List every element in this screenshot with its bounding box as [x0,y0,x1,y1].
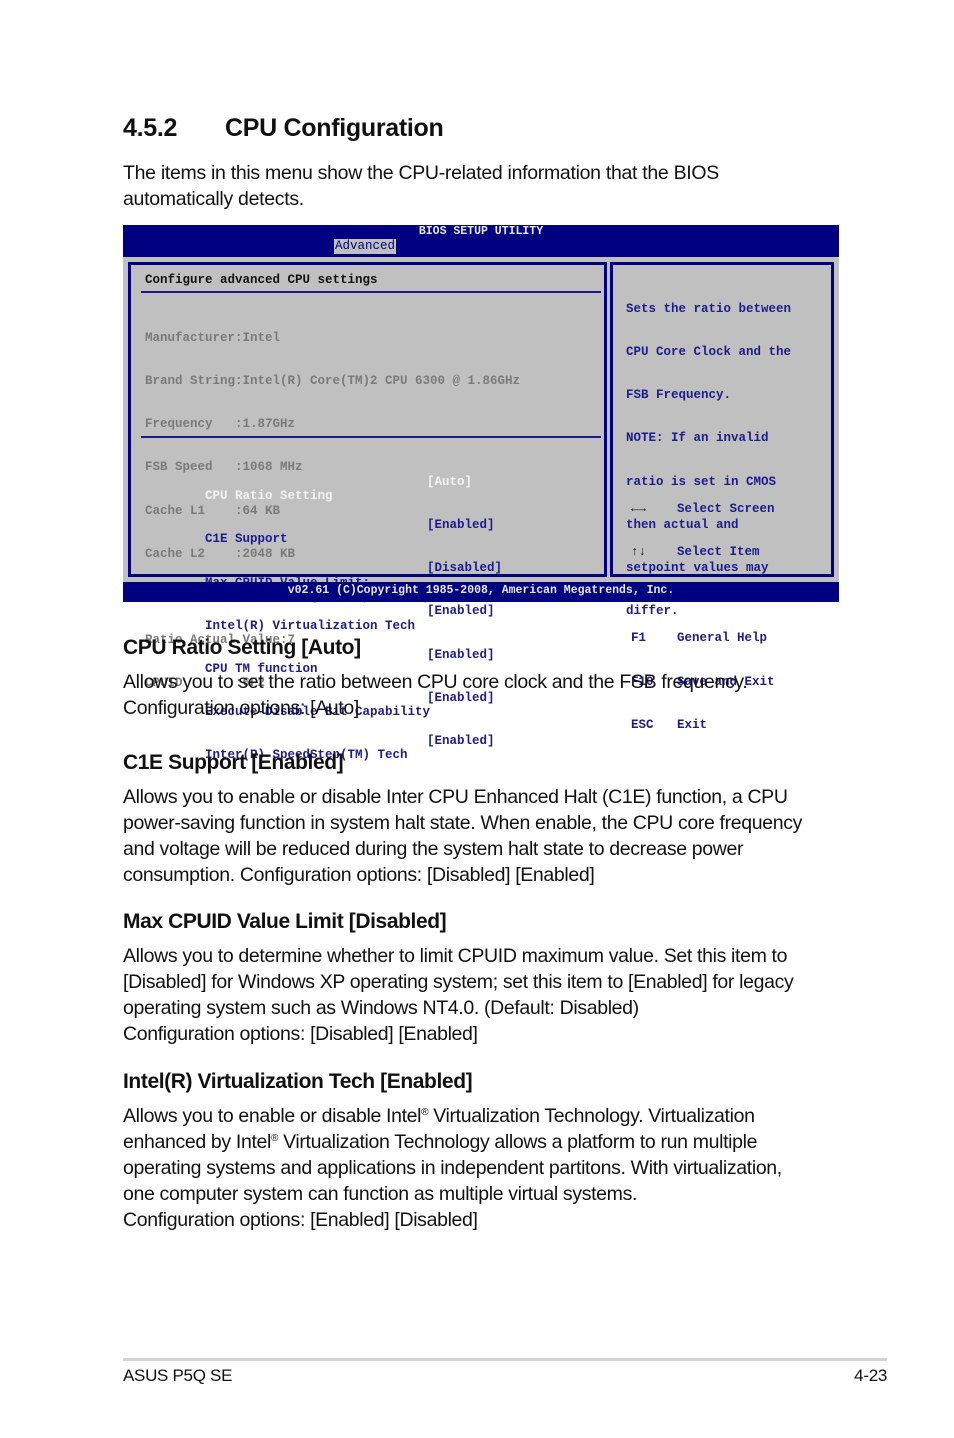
body-line: Allows you to determine whether to limit… [123,945,788,967]
help-line: NOTE: If an invalid [626,431,769,446]
help-line: CPU Core Clock and the [626,345,792,360]
settings-list: CPU Ratio Setting [Auto] C1E Support [En… [145,446,605,777]
body-line: Allows you to enable or disable Inter CP… [123,786,788,808]
key-select-screen: ←→ Select Screen [631,502,831,516]
setting-label: C1E Support [205,532,288,547]
subsection-title: C1E Support [Enabled] [123,751,344,774]
subsection-title: Intel(R) Virtualization Tech [Enabled] [123,1070,473,1093]
subsection-cpu-ratio: CPU Ratio Setting [Auto] Allows you to s… [123,635,853,721]
body-line: Configuration options: [Enabled] [Disabl… [123,1209,478,1231]
intro-line: The items in this menu show the CPU-rela… [123,162,719,184]
setting-c1e-support[interactable]: C1E Support [Enabled] [145,518,605,546]
intro-line: automatically detects. [123,188,304,210]
subsection-body: Allows you to determine whether to limit… [123,943,853,1047]
key-select-item: ↑↓ Select Item [631,545,831,559]
body-line: consumption. Configuration options: [Dis… [123,864,595,886]
setting-cpu-ratio[interactable]: CPU Ratio Setting [Auto] [145,475,605,503]
key-description: Select Item [677,545,760,560]
text: Allows you to enable or disable Intel [123,1105,422,1127]
subsection-virtualization: Intel(R) Virtualization Tech [Enabled] A… [123,1069,853,1233]
body-line: power-saving function in system halt sta… [123,812,803,834]
footer-divider [123,1358,887,1361]
up-down-arrows-icon: ↑↓ [631,545,647,560]
section-number: 4.5.2 [123,114,178,142]
info-frequency: Frequency :1.87GHz [145,417,296,432]
setting-value[interactable]: [Disabled] [427,561,502,575]
subsection-title: CPU Ratio Setting [Auto] [123,636,361,659]
body-line: Configuration options: [Auto] [123,697,359,719]
panel-heading: Configure advanced CPU settings [145,273,378,287]
bios-footer: v02.61 (C)Copyright 1985-2008, American … [123,582,839,602]
body-line: Configuration options: [Disabled] [Enabl… [123,1023,478,1045]
subsection-body: Allows you to enable or disable Inter CP… [123,784,853,888]
body-line: operating system such as Windows NT4.0. … [123,997,639,1019]
help-line: Sets the ratio between [626,301,792,316]
body-line: Allows you to enable or disable Intel® V… [123,1103,853,1129]
body-line: enhanced by Intel® Virtualization Techno… [123,1129,853,1155]
setting-label: CPU Ratio Setting [205,489,333,504]
setting-value[interactable]: [Enabled] [427,604,495,618]
settings-panel: Configure advanced CPU settings Manufact… [128,262,607,762]
subsection-max-cpuid: Max CPUID Value Limit [Disabled] Allows … [123,909,853,1047]
bios-header: BIOS SETUP UTILITY Advanced [123,225,839,257]
help-panel: Sets the ratio between CPU Core Clock an… [610,262,834,732]
intro-text: The items in this menu show the CPU-rela… [123,160,843,212]
setting-value[interactable]: [Enabled] [427,518,495,532]
text: Virtualization Technology. Virtualizatio… [428,1105,755,1127]
subsection-body: Allows you to enable or disable Intel ® V… [123,1103,853,1233]
footer-product: ASUS P5Q SE [123,1366,233,1385]
setting-max-cpuid[interactable]: Max CPUID Value Limit: [Disabled] [145,561,605,589]
key-description: Select Screen [677,501,775,516]
registered-mark: ® [271,1133,279,1144]
setting-value[interactable]: [Auto] [427,475,472,489]
subsection-c1e-support: C1E Support [Enabled] Allows you to enab… [123,750,853,888]
section-title-text: CPU Configuration [225,114,444,142]
divider [141,436,601,438]
setting-value[interactable]: [Enabled] [427,734,495,748]
body-line: Allows you to set the ratio between CPU … [123,671,748,693]
body-line: operating systems and applications in in… [123,1157,782,1179]
body-line: [Disabled] for Windows XP operating syst… [123,971,794,993]
text: enhanced by Intel [123,1131,272,1153]
info-manufacturer: Manufacturer:Intel [145,330,281,345]
left-right-arrows-icon: ←→ [631,501,647,516]
bios-screenshot: BIOS SETUP UTILITY Advanced Configure ad… [123,225,839,762]
tab-advanced[interactable]: Advanced [334,239,397,254]
setting-label: Intel(R) Virtualization Tech [205,618,416,633]
section-title: 4.5.2 CPU Configuration [123,114,444,143]
setting-virtualization[interactable]: Intel(R) Virtualization Tech [Enabled] [145,604,605,632]
setting-speedstep[interactable]: Inter(R) SpeedStep(TM) Tech [Enabled] [145,734,605,762]
text: Virtualization Technology allows a platf… [278,1131,758,1153]
info-brand-string: Brand String:Intel(R) Core(TM)2 CPU 6300… [145,374,521,389]
body-line: one computer system can function as mult… [123,1183,638,1205]
help-line: FSB Frequency. [626,388,732,403]
body-line: and voltage will be reduced during the s… [123,838,744,860]
footer-page-number: 4-23 [854,1366,887,1385]
subsection-title: Max CPUID Value Limit [Disabled] [123,910,447,933]
divider [141,291,601,293]
subsection-body: Allows you to set the ratio between CPU … [123,669,853,721]
bios-title: BIOS SETUP UTILITY [418,225,544,238]
